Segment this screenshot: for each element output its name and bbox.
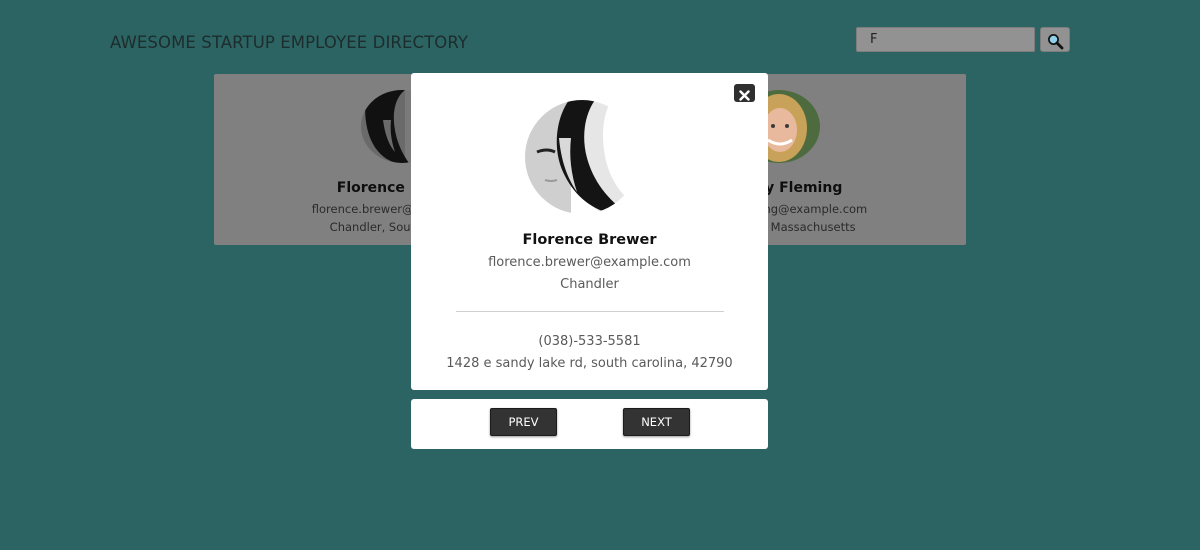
prev-button[interactable]: PREV <box>490 408 557 436</box>
modal-divider <box>456 311 724 312</box>
app-title: AWESOME STARTUP EMPLOYEE DIRECTORY <box>110 33 469 52</box>
close-icon <box>739 89 750 101</box>
employee-modal: Florence Brewer florence.brewer@example.… <box>411 73 768 390</box>
modal-employee-name: Florence Brewer <box>522 232 657 248</box>
modal-navigation: PREV NEXT <box>411 399 768 449</box>
search-input[interactable] <box>856 27 1035 52</box>
modal-avatar <box>525 100 639 214</box>
search-button[interactable] <box>1040 27 1070 52</box>
modal-employee-address: 1428 e sandy lake rd, south carolina, 42… <box>446 356 733 371</box>
magnifier-icon <box>1047 33 1063 49</box>
modal-employee-email: florence.brewer@example.com <box>488 255 691 270</box>
next-button[interactable]: NEXT <box>623 408 690 436</box>
close-button[interactable] <box>734 84 755 102</box>
modal-employee-city: Chandler <box>560 277 619 292</box>
modal-employee-phone: (038)-533-5581 <box>538 334 641 349</box>
